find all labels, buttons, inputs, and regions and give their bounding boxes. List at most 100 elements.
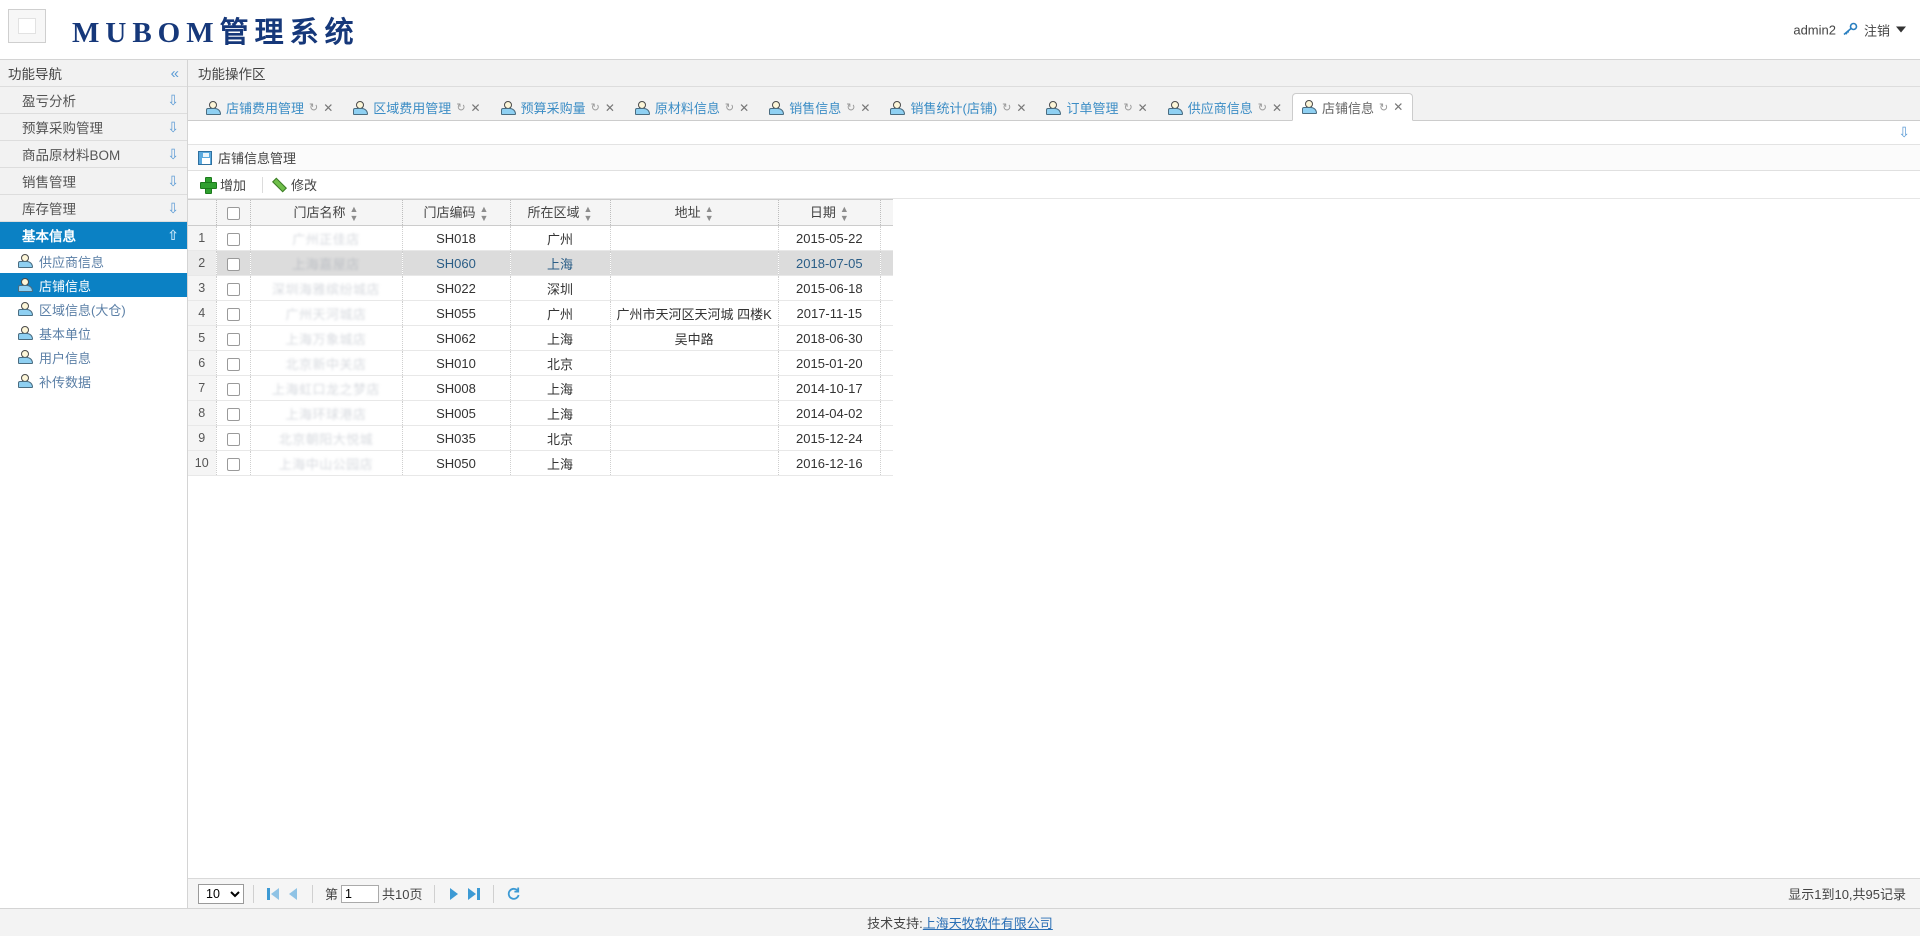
row-checkbox[interactable] xyxy=(227,333,240,346)
tab-2[interactable]: 预算采购量↻✕ xyxy=(491,94,625,120)
row-checkbox[interactable] xyxy=(227,433,240,446)
tab-close-icon[interactable]: ✕ xyxy=(605,101,615,115)
row-select-cell[interactable] xyxy=(216,276,250,301)
chevron-down-icon[interactable]: ⇩ xyxy=(1898,124,1910,141)
sort-icon[interactable]: ▲▼ xyxy=(480,205,489,223)
add-button[interactable]: 增加 xyxy=(198,174,256,196)
row-select-cell[interactable] xyxy=(216,426,250,451)
tab-close-icon[interactable]: ✕ xyxy=(1393,100,1403,114)
sidebar-item-4[interactable]: 用户信息 xyxy=(0,345,187,369)
table-row[interactable]: 4广州天河城店SH055广州广州市天河区天河城 四楼K2017-11-15 xyxy=(188,301,893,326)
col-select-all[interactable] xyxy=(216,200,250,226)
row-checkbox[interactable] xyxy=(227,308,240,321)
collapse-left-icon[interactable]: « xyxy=(171,66,179,81)
row-checkbox[interactable] xyxy=(227,408,240,421)
sort-icon[interactable]: ▲▼ xyxy=(840,205,849,223)
tab-close-icon[interactable]: ✕ xyxy=(1272,101,1282,115)
tab-refresh-icon[interactable]: ↻ xyxy=(725,101,734,114)
sidebar-group-4[interactable]: 库存管理⇩ xyxy=(0,195,187,222)
chevron-down-icon[interactable]: ⇩ xyxy=(167,201,179,215)
tab-refresh-icon[interactable]: ↻ xyxy=(309,101,318,114)
tab-8[interactable]: 店铺信息↻✕ xyxy=(1292,93,1413,121)
select-all-checkbox[interactable] xyxy=(227,207,240,220)
col-date[interactable]: 日期▲▼ xyxy=(778,200,880,226)
tab-4[interactable]: 销售信息↻✕ xyxy=(759,94,880,120)
table-row[interactable]: 3深圳海雅缤纷城店SH022深圳2015-06-18 xyxy=(188,276,893,301)
row-checkbox[interactable] xyxy=(227,358,240,371)
sidebar-group-5[interactable]: 基本信息⇧ xyxy=(0,222,187,249)
next-page-icon[interactable] xyxy=(444,884,464,904)
table-row[interactable]: 10上海中山公园店SH050上海2016-12-16 xyxy=(188,451,893,476)
row-checkbox[interactable] xyxy=(227,383,240,396)
col-code[interactable]: 门店编码▲▼ xyxy=(402,200,510,226)
prev-page-icon[interactable] xyxy=(283,884,303,904)
tab-refresh-icon[interactable]: ↻ xyxy=(1002,101,1011,114)
row-checkbox[interactable] xyxy=(227,258,240,271)
sidebar-group-3[interactable]: 销售管理⇩ xyxy=(0,168,187,195)
tab-5[interactable]: 销售统计(店铺)↻✕ xyxy=(880,94,1036,120)
sort-icon[interactable]: ▲▼ xyxy=(705,205,714,223)
sidebar-item-1[interactable]: 店铺信息 xyxy=(0,273,187,297)
tab-close-icon[interactable]: ✕ xyxy=(1016,101,1026,115)
chevron-up-icon[interactable]: ⇧ xyxy=(167,228,179,242)
tab-0[interactable]: 店铺费用管理↻✕ xyxy=(196,94,343,120)
row-select-cell[interactable] xyxy=(216,351,250,376)
tab-close-icon[interactable]: ✕ xyxy=(323,101,333,115)
first-page-icon[interactable] xyxy=(263,884,283,904)
row-select-cell[interactable] xyxy=(216,301,250,326)
sort-icon[interactable]: ▲▼ xyxy=(350,205,359,223)
row-select-cell[interactable] xyxy=(216,451,250,476)
chevron-down-icon[interactable]: ⇩ xyxy=(167,120,179,134)
chevron-down-icon[interactable]: ⇩ xyxy=(167,93,179,107)
row-checkbox[interactable] xyxy=(227,283,240,296)
refresh-icon[interactable] xyxy=(503,884,523,904)
row-select-cell[interactable] xyxy=(216,226,250,251)
sidebar-item-0[interactable]: 供应商信息 xyxy=(0,249,187,273)
row-checkbox[interactable] xyxy=(227,233,240,246)
last-page-icon[interactable] xyxy=(464,884,484,904)
tab-refresh-icon[interactable]: ↻ xyxy=(456,101,465,114)
tab-refresh-icon[interactable]: ↻ xyxy=(1123,101,1132,114)
table-row[interactable]: 1广州正佳店SH018广州2015-05-22 xyxy=(188,226,893,251)
col-region[interactable]: 所在区域▲▼ xyxy=(510,200,610,226)
edit-button[interactable]: 修改 xyxy=(269,174,327,196)
tab-1[interactable]: 区域费用管理↻✕ xyxy=(343,94,490,120)
sidebar-group-1[interactable]: 预算采购管理⇩ xyxy=(0,114,187,141)
tab-6[interactable]: 订单管理↻✕ xyxy=(1036,94,1157,120)
table-row[interactable]: 9北京朝阳大悦城SH035北京2015-12-24 xyxy=(188,426,893,451)
chevron-down-icon[interactable]: ⇩ xyxy=(167,174,179,188)
row-select-cell[interactable] xyxy=(216,326,250,351)
row-checkbox[interactable] xyxy=(227,458,240,471)
tab-close-icon[interactable]: ✕ xyxy=(739,101,749,115)
footer-company-link[interactable]: 上海天牧软件有限公司 xyxy=(923,913,1053,932)
tab-refresh-icon[interactable]: ↻ xyxy=(1258,101,1267,114)
row-select-cell[interactable] xyxy=(216,376,250,401)
tab-refresh-icon[interactable]: ↻ xyxy=(591,101,600,114)
col-address[interactable]: 地址▲▼ xyxy=(610,200,778,226)
tab-refresh-icon[interactable]: ↻ xyxy=(1379,101,1388,114)
tab-close-icon[interactable]: ✕ xyxy=(860,101,870,115)
logout-link[interactable]: 注销 xyxy=(1864,20,1890,39)
tab-7[interactable]: 供应商信息↻✕ xyxy=(1158,94,1292,120)
row-select-cell[interactable] xyxy=(216,251,250,276)
tab-refresh-icon[interactable]: ↻ xyxy=(846,101,855,114)
page-number-input[interactable] xyxy=(341,885,379,903)
tab-3[interactable]: 原材料信息↻✕ xyxy=(625,94,759,120)
sidebar-item-5[interactable]: 补传数据 xyxy=(0,369,187,393)
row-select-cell[interactable] xyxy=(216,401,250,426)
caret-down-icon[interactable] xyxy=(1896,27,1906,33)
sidebar-group-0[interactable]: 盈亏分析⇩ xyxy=(0,87,187,114)
page-size-select[interactable]: 10203050 xyxy=(198,884,244,904)
chevron-down-icon[interactable]: ⇩ xyxy=(167,147,179,161)
sort-icon[interactable]: ▲▼ xyxy=(584,205,593,223)
col-name[interactable]: 门店名称▲▼ xyxy=(250,200,402,226)
sidebar-item-2[interactable]: 区域信息(大仓) xyxy=(0,297,187,321)
sidebar-item-3[interactable]: 基本单位 xyxy=(0,321,187,345)
tab-close-icon[interactable]: ✕ xyxy=(1138,101,1148,115)
sidebar-group-2[interactable]: 商品原材料BOM⇩ xyxy=(0,141,187,168)
tab-close-icon[interactable]: ✕ xyxy=(471,101,481,115)
table-row[interactable]: 7上海虹口龙之梦店SH008上海2014-10-17 xyxy=(188,376,893,401)
table-row[interactable]: 2上海嘉屋店SH060上海2018-07-05 xyxy=(188,251,893,276)
table-row[interactable]: 5上海万象城店SH062上海吴中路2018-06-30 xyxy=(188,326,893,351)
table-row[interactable]: 6北京新中关店SH010北京2015-01-20 xyxy=(188,351,893,376)
